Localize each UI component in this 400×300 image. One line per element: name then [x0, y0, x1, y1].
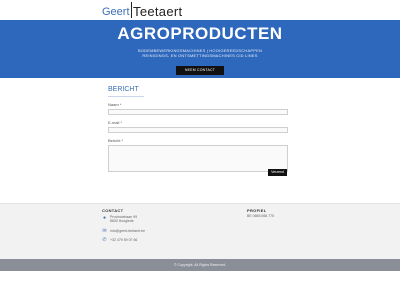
vat-number: BE 0665.566.775 [247, 214, 275, 218]
copyright-bar: © Copyright. All Rights Reserved. [0, 259, 400, 271]
footer-phone[interactable]: +32 479 59 07 66 [110, 238, 137, 243]
contact-form: BERICHT Naam * E-mail * Bericht * [108, 86, 288, 172]
contact-heading: CONTACT [102, 208, 124, 213]
email-label: E-mail * [108, 120, 123, 125]
message-label: Bericht * [108, 138, 124, 143]
send-button[interactable]: Verzend [268, 169, 287, 176]
footer-email[interactable]: info@geert-teetaert.be [110, 229, 145, 234]
logo-last-name: Teetaert [133, 4, 183, 19]
envelope-icon: ✉ [102, 228, 107, 234]
hero-subtitle-line2: REINIGINGS- EN ONTSMETTINGSMACHINES CID … [142, 53, 258, 58]
logo-first-name: Geert [102, 6, 130, 18]
contact-button[interactable]: NEEM CONTACT [176, 66, 224, 75]
page-bottom [0, 271, 400, 300]
email-field[interactable] [108, 127, 288, 133]
site-header: Geert Teetaert [0, 0, 400, 20]
message-field[interactable] [108, 145, 288, 172]
location-pin-icon: ● [102, 215, 107, 221]
name-field[interactable] [108, 109, 288, 115]
hero-banner: AGROPRODUCTEN BODEMBEWERKINGSMACHINES | … [0, 20, 400, 78]
form-title: BERICHT [108, 86, 144, 97]
site-footer: CONTACT ● Provinciebaan 99 8830 Hooglede… [0, 203, 400, 259]
logo[interactable]: Geert Teetaert [102, 1, 182, 19]
name-label: Naam * [108, 102, 122, 107]
logo-divider [130, 2, 133, 18]
phone-icon: ✆ [102, 237, 107, 243]
profile-heading: PROFIEL [247, 208, 267, 213]
address-line2: 8830 Hooglede [110, 219, 134, 223]
hero-title: AGROPRODUCTEN [117, 24, 283, 43]
